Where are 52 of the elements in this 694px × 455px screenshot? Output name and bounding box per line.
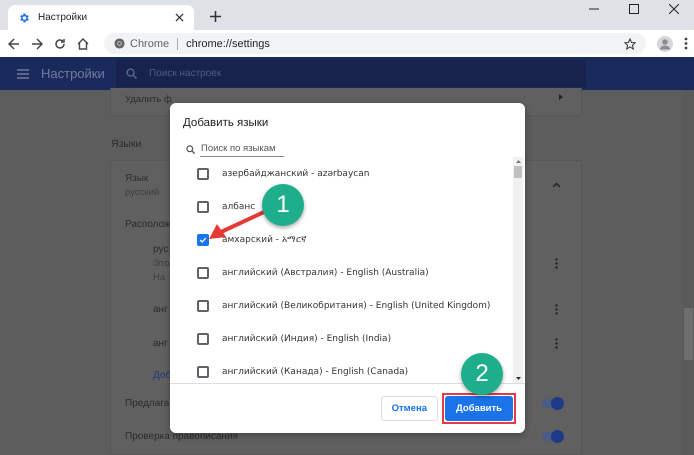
avatar-icon[interactable] bbox=[657, 36, 673, 52]
more-icon[interactable] bbox=[555, 338, 558, 348]
search-field[interactable]: Поиск по языкам bbox=[186, 141, 310, 157]
language-option[interactable]: английский (Австралия) - English (Australia) bbox=[222, 268, 429, 278]
menu-icon[interactable] bbox=[684, 37, 688, 50]
chevron-up-icon[interactable] bbox=[552, 182, 561, 188]
language-option[interactable]: албанс bbox=[222, 202, 256, 212]
checkmark-icon bbox=[199, 234, 207, 244]
checkbox[interactable] bbox=[197, 366, 209, 378]
home-icon[interactable] bbox=[77, 38, 89, 50]
url-text: chrome://settings bbox=[186, 38, 270, 50]
checkbox[interactable] bbox=[197, 300, 209, 312]
maximize-icon[interactable] bbox=[629, 4, 639, 14]
address-bar[interactable]: Chrome chrome://settings bbox=[104, 33, 646, 54]
tab-title: Настройки bbox=[38, 12, 88, 23]
scroll-down-icon[interactable] bbox=[516, 377, 520, 380]
language-option[interactable]: английский (Канада) - English (Canada) bbox=[222, 366, 408, 376]
site-label: Chrome bbox=[130, 38, 170, 50]
reload-icon[interactable] bbox=[54, 38, 66, 50]
language-option[interactable]: азербайджанский - azərbaycan bbox=[222, 168, 370, 178]
star-icon[interactable] bbox=[624, 38, 636, 50]
arrow-right-icon[interactable] bbox=[559, 94, 563, 100]
search-placeholder: Поиск настроек bbox=[149, 68, 222, 79]
more-icon[interactable] bbox=[555, 304, 558, 314]
checkbox[interactable] bbox=[197, 200, 209, 212]
dialog-title: Добавить языки bbox=[183, 117, 268, 129]
language-option[interactable]: английский (Индия) - English (India) bbox=[222, 334, 392, 344]
search-icon bbox=[186, 144, 195, 154]
browser-tab[interactable]: Настройки bbox=[8, 5, 194, 30]
settings-title: Настройки bbox=[41, 66, 106, 81]
checkbox[interactable] bbox=[197, 332, 209, 344]
chrome-logo-icon bbox=[114, 38, 125, 49]
checkbox[interactable] bbox=[197, 266, 209, 278]
plus-icon[interactable] bbox=[210, 11, 221, 22]
checkbox[interactable] bbox=[197, 168, 209, 180]
scrollbar[interactable] bbox=[513, 157, 523, 383]
close-icon[interactable] bbox=[669, 4, 679, 14]
add-button[interactable]: Добавить bbox=[444, 396, 513, 421]
scroll-up-icon[interactable] bbox=[516, 160, 520, 163]
toggle-switch[interactable] bbox=[542, 432, 563, 441]
gear-icon bbox=[18, 12, 30, 24]
language-option[interactable]: амхарский - አማርኛ bbox=[222, 234, 307, 244]
more-icon[interactable] bbox=[555, 258, 558, 268]
scroll-thumb[interactable] bbox=[514, 166, 522, 178]
back-icon[interactable] bbox=[8, 38, 20, 50]
toggle-switch[interactable] bbox=[542, 399, 563, 408]
checkbox[interactable] bbox=[197, 234, 209, 246]
search-icon bbox=[126, 68, 137, 79]
close-icon[interactable] bbox=[175, 13, 184, 22]
cancel-button[interactable]: Отмена bbox=[380, 396, 438, 421]
language-option[interactable]: английский (Великобритания) - English (United Kingdom) bbox=[222, 300, 490, 310]
forward-icon[interactable] bbox=[31, 38, 43, 50]
